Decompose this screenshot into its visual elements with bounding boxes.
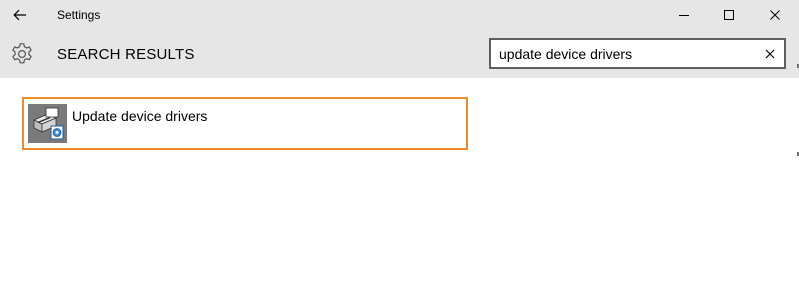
back-arrow-icon <box>13 9 26 21</box>
page-title: SEARCH RESULTS <box>57 46 195 63</box>
device-manager-icon <box>28 104 67 143</box>
search-result-item[interactable]: Update device drivers <box>22 97 468 150</box>
search-input[interactable] <box>499 44 757 64</box>
close-icon <box>770 10 780 20</box>
settings-window: Settings SEARCH RESULTS update device dr… <box>0 0 799 283</box>
maximize-icon <box>724 10 734 20</box>
maximize-button[interactable] <box>706 0 752 30</box>
search-result-label: Update device drivers <box>72 108 208 124</box>
clear-search-button[interactable] <box>762 46 778 62</box>
minimize-icon <box>679 15 689 16</box>
close-window-button[interactable] <box>752 0 798 30</box>
back-button[interactable] <box>8 4 32 26</box>
minimize-button[interactable] <box>661 0 707 30</box>
clear-icon <box>765 49 775 59</box>
app-title: Settings <box>57 8 101 22</box>
gear-icon <box>12 43 32 64</box>
header-bar: Settings SEARCH RESULTS update device dr… <box>0 0 799 78</box>
search-box[interactable] <box>489 38 786 69</box>
title-bar: Settings <box>0 0 799 30</box>
